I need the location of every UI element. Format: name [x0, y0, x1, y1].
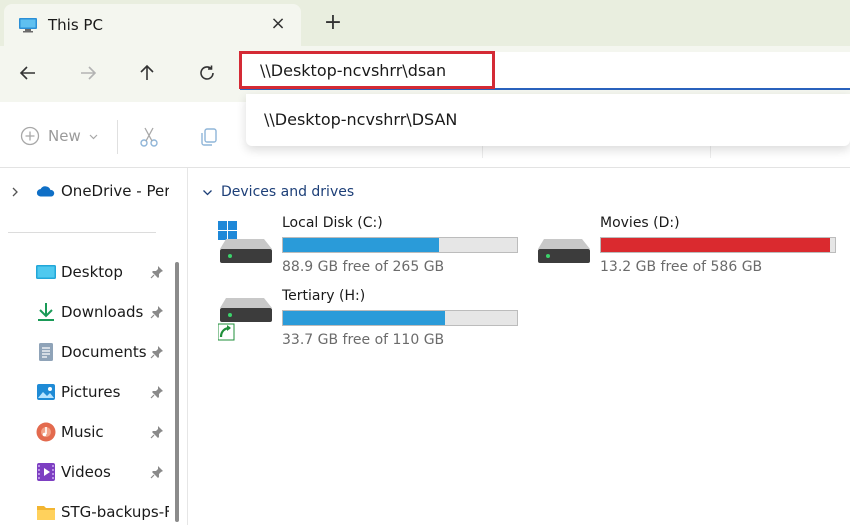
sidebar-item-desktop[interactable]: Desktop [0, 252, 172, 292]
sidebar-scrollbar[interactable] [175, 262, 179, 522]
sidebar-item-label: Downloads [61, 303, 144, 321]
title-bar: This PC × + [0, 0, 850, 46]
forward-button[interactable] [73, 58, 103, 88]
drive-name: Tertiary (H:) [282, 288, 366, 304]
drive-local-disk-c[interactable]: Local Disk (C:) 88.9 GB free of 265 GB [218, 215, 528, 275]
sidebar-item-pictures[interactable]: Pictures [0, 372, 172, 412]
drive-movies-d[interactable]: Movies (D:) 13.2 GB free of 586 GB [536, 215, 846, 275]
section-title: Devices and drives [221, 184, 355, 200]
sidebar-divider [8, 232, 156, 233]
this-pc-icon [19, 18, 37, 33]
network-drive-icon [218, 298, 272, 341]
sidebar-item-label: Documents [61, 343, 147, 361]
sidebar-item-label: Pictures [61, 383, 121, 401]
downloads-icon [38, 303, 54, 321]
new-tab-button[interactable]: + [322, 12, 344, 34]
refresh-button[interactable] [192, 58, 222, 88]
desktop-icon [36, 265, 56, 279]
drive-usage-fill [283, 238, 439, 252]
drive-usage-bar [600, 237, 836, 253]
drive-free-space: 13.2 GB free of 586 GB [600, 259, 763, 275]
hard-drive-icon [538, 239, 590, 263]
drive-tertiary-h[interactable]: Tertiary (H:) 33.7 GB free of 110 GB [218, 288, 528, 348]
chevron-down-icon [89, 134, 98, 139]
drive-usage-bar [282, 237, 518, 253]
drive-free-space: 33.7 GB free of 110 GB [282, 332, 445, 348]
navigation-pane: OneDrive - Perso Desktop Downloads Docum… [0, 168, 188, 525]
close-tab-button[interactable]: × [268, 14, 288, 34]
sidebar-item-stg-backups[interactable]: STG-backups-FF [0, 492, 172, 525]
sidebar-item-videos[interactable]: Videos [0, 452, 172, 492]
sidebar-item-downloads[interactable]: Downloads [0, 292, 172, 332]
drive-name: Movies (D:) [600, 215, 680, 231]
refresh-icon [200, 65, 214, 80]
folder-icon [37, 506, 55, 520]
sidebar-item-label: Videos [61, 463, 111, 481]
address-input[interactable] [240, 52, 850, 88]
drive-usage-fill [283, 311, 446, 325]
toolbar-divider [117, 120, 118, 154]
chevron-down-icon [203, 189, 212, 195]
devices-and-drives-header[interactable]: Devices and drives [202, 184, 354, 200]
pin-icon[interactable] [150, 425, 164, 439]
pin-icon[interactable] [150, 385, 164, 399]
windows-drive-icon [218, 221, 272, 263]
arrow-up-icon [140, 64, 154, 80]
tab-this-pc[interactable]: This PC × [4, 4, 301, 46]
sidebar-item-label: OneDrive - Perso [61, 182, 169, 200]
arrow-left-icon [19, 66, 35, 80]
address-bar[interactable] [240, 52, 850, 90]
pin-icon[interactable] [150, 465, 164, 479]
drive-usage-fill [601, 238, 830, 252]
sidebar-item-documents[interactable]: Documents [0, 332, 172, 372]
chevron-right-icon [12, 187, 18, 197]
sidebar-item-music[interactable]: Music [0, 412, 172, 452]
pictures-icon [37, 384, 55, 400]
back-button[interactable] [13, 58, 43, 88]
up-button[interactable] [132, 58, 162, 88]
pin-icon[interactable] [150, 345, 164, 359]
copy-icon[interactable] [198, 126, 220, 148]
videos-icon [37, 463, 55, 481]
plus-circle-icon [20, 126, 40, 146]
new-button-label: New [48, 127, 81, 145]
address-suggestions: \\Desktop-ncvshrr\DSAN [246, 94, 850, 146]
tab-title: This PC [48, 16, 103, 34]
drive-usage-bar [282, 310, 518, 326]
cut-icon[interactable] [138, 126, 160, 148]
sidebar-item-onedrive[interactable]: OneDrive - Perso [0, 171, 172, 211]
sidebar-item-label: Music [61, 423, 104, 441]
music-icon [36, 422, 56, 442]
onedrive-icon [36, 186, 55, 197]
suggestion-item[interactable]: \\Desktop-ncvshrr\DSAN [264, 110, 457, 129]
drive-free-space: 88.9 GB free of 265 GB [282, 259, 445, 275]
drive-name: Local Disk (C:) [282, 215, 383, 231]
pin-icon[interactable] [150, 265, 164, 279]
sidebar-item-label: STG-backups-FF [61, 503, 169, 521]
new-button[interactable]: New [20, 126, 98, 146]
arrow-right-icon [81, 66, 97, 80]
documents-icon [39, 343, 53, 361]
sidebar-item-label: Desktop [61, 263, 123, 281]
pin-icon[interactable] [150, 305, 164, 319]
